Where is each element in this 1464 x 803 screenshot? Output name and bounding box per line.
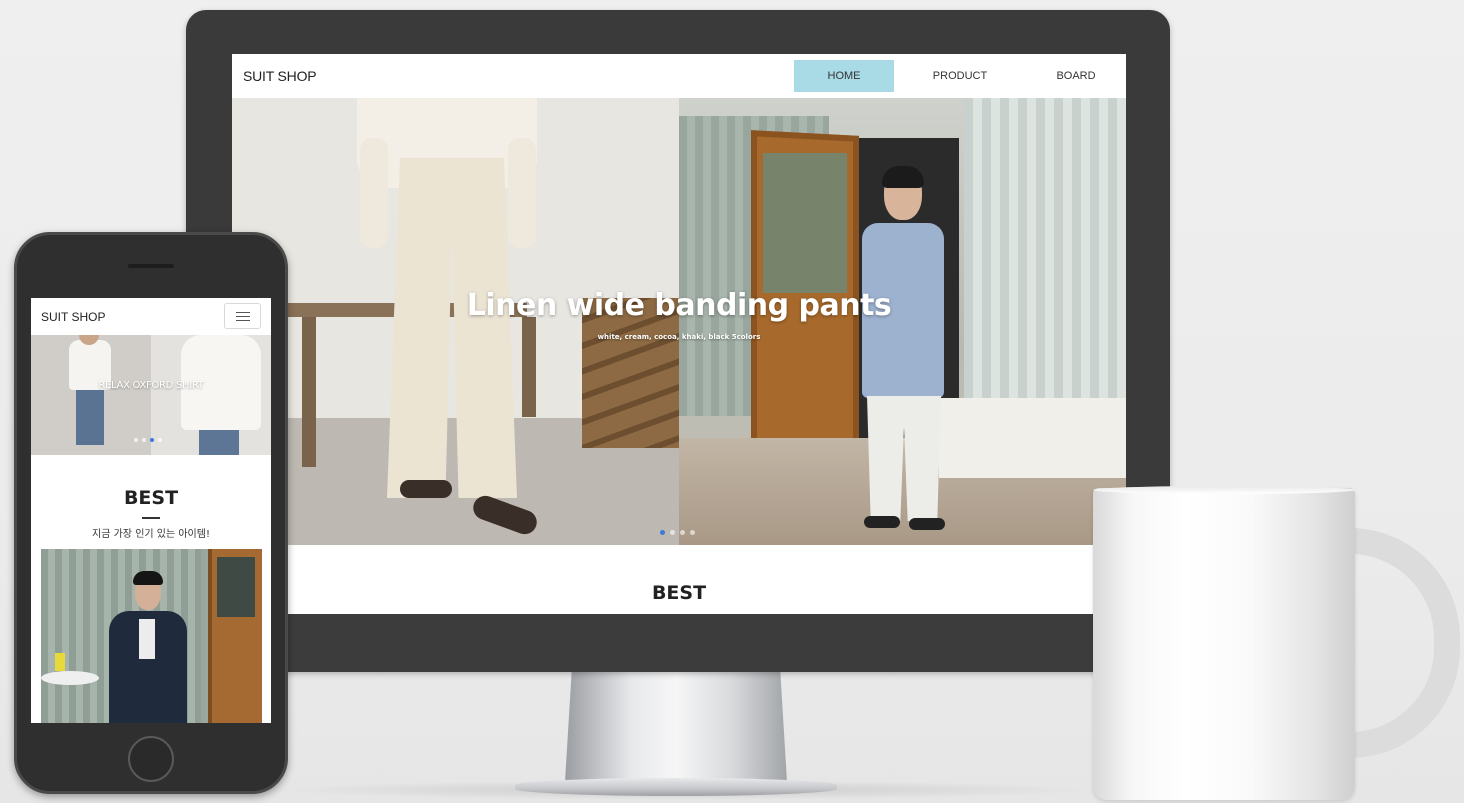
desktop-screen: SUIT SHOP HOME PRODUCT BOARD Linen wide … — [232, 54, 1126, 614]
hamburger-menu-icon[interactable] — [224, 303, 261, 329]
mobile-best-subtitle: 지금 가장 인기 있는 아이템! — [92, 529, 210, 540]
best-divider — [142, 517, 160, 519]
mobile-header: SUIT SHOP — [31, 298, 271, 335]
phone-home-button[interactable] — [128, 736, 174, 782]
mobile-screen: SUIT SHOP RELAX OXFORD SHIRT BEST 지금 가장 … — [31, 298, 271, 723]
mug-rim — [1093, 486, 1355, 494]
mobile-best-product-image[interactable] — [41, 549, 262, 723]
desktop-header: SUIT SHOP HOME PRODUCT BOARD — [232, 54, 1126, 98]
hero-dot-3[interactable] — [680, 530, 685, 535]
desktop-nav: HOME PRODUCT BOARD — [794, 60, 1126, 92]
mobile-hero-pagination — [134, 438, 162, 442]
mobile-hero-dot-2[interactable] — [142, 438, 146, 442]
desktop-hero-slider[interactable]: Linen wide banding pants white, cream, c… — [232, 98, 1126, 545]
nav-product[interactable]: PRODUCT — [910, 60, 1010, 92]
mobile-hero-title: RELAX OXFORD SHIRT — [98, 380, 204, 391]
monitor-stand-neck — [565, 672, 787, 782]
monitor-stand-base — [515, 778, 837, 796]
mobile-hero-dot-1[interactable] — [134, 438, 138, 442]
hero-dot-2[interactable] — [670, 530, 675, 535]
hero-dot-1[interactable] — [660, 530, 665, 535]
hero-subtitle: white, cream, cocoa, khaki, black 5color… — [597, 333, 761, 341]
desktop-logo[interactable]: SUIT SHOP — [243, 68, 317, 84]
nav-board[interactable]: BOARD — [1026, 60, 1126, 92]
monitor-chin — [186, 612, 1170, 672]
mobile-best-heading: BEST — [123, 487, 179, 509]
mobile-logo[interactable]: SUIT SHOP — [41, 310, 105, 324]
phone-speaker — [128, 264, 174, 268]
hero-dot-4[interactable] — [690, 530, 695, 535]
mug-body — [1093, 488, 1355, 800]
hero-pagination — [660, 530, 695, 535]
mobile-hero-dot-4[interactable] — [158, 438, 162, 442]
nav-home[interactable]: HOME — [794, 60, 894, 92]
desktop-best-heading: BEST — [651, 582, 707, 604]
mobile-hero-slider[interactable]: RELAX OXFORD SHIRT — [31, 335, 271, 455]
mobile-hero-dot-3[interactable] — [150, 438, 154, 442]
hero-title: Linen wide banding pants — [466, 288, 892, 323]
